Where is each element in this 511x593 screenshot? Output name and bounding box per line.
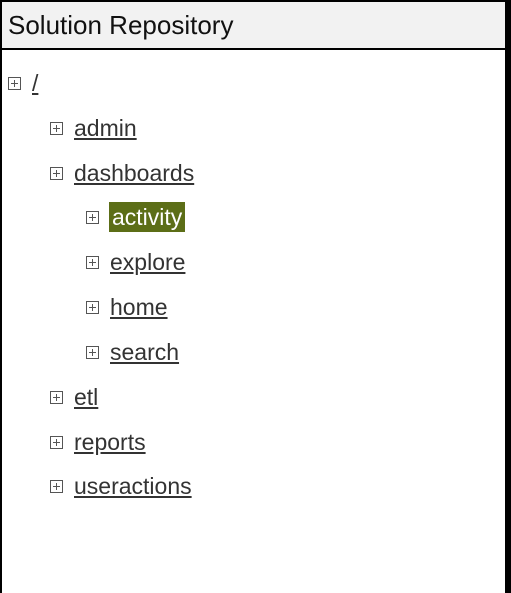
tree-node-reports[interactable]: reports — [50, 427, 147, 457]
expand-icon[interactable] — [50, 166, 63, 180]
tree-node-label[interactable]: etl — [73, 382, 99, 412]
expand-icon[interactable] — [86, 345, 99, 359]
tree-node-label[interactable]: home — [109, 292, 169, 322]
expand-icon[interactable] — [86, 210, 99, 224]
tree-node-activity[interactable]: activity — [86, 202, 186, 232]
tree-node-search[interactable]: search — [86, 337, 180, 367]
tree-node-home[interactable]: home — [86, 292, 169, 322]
tree-node-dashboards[interactable]: dashboards — [50, 158, 195, 188]
tree-node-root[interactable]: / — [8, 68, 39, 98]
tree-node-label[interactable]: dashboards — [73, 158, 195, 188]
tree-node-admin[interactable]: admin — [50, 113, 138, 143]
expand-icon[interactable] — [86, 300, 99, 314]
panel-header: Solution Repository — [2, 2, 505, 50]
tree-node-label[interactable]: / — [31, 68, 39, 98]
tree-node-label[interactable]: reports — [73, 427, 147, 457]
panel-title: Solution Repository — [8, 9, 234, 40]
expand-icon[interactable] — [50, 121, 63, 135]
expand-icon[interactable] — [86, 255, 99, 269]
expand-icon[interactable] — [50, 390, 63, 404]
tree-node-label[interactable]: explore — [109, 247, 186, 277]
tree-node-useractions[interactable]: useractions — [50, 471, 193, 501]
tree-node-explore[interactable]: explore — [86, 247, 186, 277]
tree-node-label[interactable]: useractions — [73, 471, 193, 501]
tree-node-etl[interactable]: etl — [50, 382, 99, 412]
solution-repository-panel: Solution Repository / admin dashboards a… — [0, 0, 511, 593]
tree-node-label[interactable]: search — [109, 337, 180, 367]
tree-node-label-selected[interactable]: activity — [109, 202, 186, 232]
expand-icon[interactable] — [50, 479, 63, 493]
expand-icon[interactable] — [8, 76, 21, 90]
tree-node-label[interactable]: admin — [73, 113, 138, 143]
expand-icon[interactable] — [50, 435, 63, 449]
